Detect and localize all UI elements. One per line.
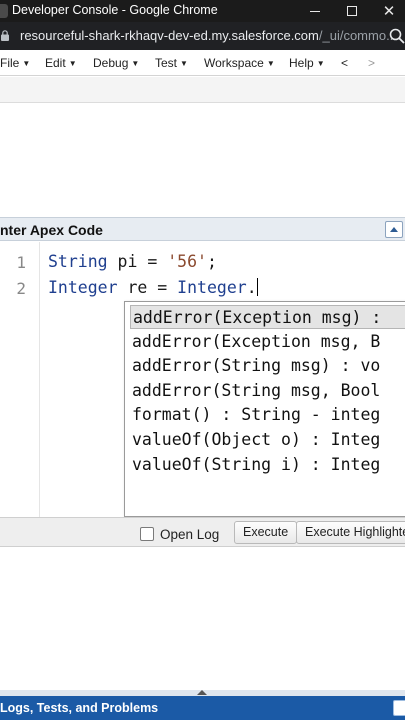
autocomplete-item[interactable]: addError(String msg, Bool [132, 379, 380, 403]
zoom-icon[interactable] [389, 28, 405, 44]
menu-bar: File ▼ Edit ▼ Debug ▼ Test ▼ Workspace ▼ Help… [0, 50, 405, 76]
execute-highlighted-button[interactable]: Execute Highlighte [296, 521, 405, 544]
open-log-toggle[interactable]: Open Log [140, 525, 219, 543]
menu-workspace[interactable]: Workspace ▼ [204, 56, 275, 70]
url-host: resourceful-shark-rkhaqv-dev-ed.my.sales… [20, 28, 319, 43]
line-number: 2 [16, 279, 26, 298]
code-token: . [246, 278, 257, 297]
keyword-token: String [48, 252, 108, 271]
autocomplete-item[interactable]: valueOf(String i) : Integ [132, 453, 380, 477]
window-title-bar: Developer Console - Google Chrome ✕ [0, 0, 405, 22]
line-number: 1 [16, 253, 26, 272]
bottom-panel-title: Logs, Tests, and Problems [0, 701, 159, 715]
menu-help-label: Help [289, 56, 314, 70]
nav-forward-button[interactable]: > [368, 56, 375, 70]
execute-button[interactable]: Execute [234, 521, 298, 544]
autocomplete-item[interactable]: addError(Exception msg) : [130, 305, 405, 329]
chevron-down-icon: ▼ [266, 59, 275, 68]
string-token: '56' [167, 252, 207, 271]
keyword-token: Integer [177, 278, 247, 297]
url-text[interactable]: resourceful-shark-rkhaqv-dev-ed.my.sales… [20, 28, 397, 43]
nav-back-button[interactable]: < [341, 56, 348, 70]
line-number-gutter: 1 2 [0, 242, 40, 517]
chevron-down-icon: ▼ [131, 59, 140, 68]
minimize-icon[interactable] [300, 0, 330, 22]
menu-edit[interactable]: Edit ▼ [45, 56, 77, 70]
code-line[interactable]: Integer re = Integer. [48, 278, 258, 297]
menu-debug-label: Debug [93, 56, 129, 70]
menu-workspace-label: Workspace [204, 56, 264, 70]
menu-debug[interactable]: Debug ▼ [93, 56, 139, 70]
url-path: /_ui/commo... [318, 28, 397, 43]
chevron-up-icon [390, 227, 398, 232]
autocomplete-item[interactable]: addError(Exception msg, B [132, 330, 380, 354]
autocomplete-item[interactable]: addError(String msg) : vo [132, 354, 380, 378]
autocomplete-item[interactable]: valueOf(Object o) : Integ [132, 428, 380, 452]
menu-help[interactable]: Help ▼ [289, 56, 325, 70]
chevron-down-icon: ▼ [180, 59, 188, 68]
menu-file[interactable]: File ▼ [0, 56, 30, 70]
apex-panel-header: nter Apex Code [0, 217, 405, 241]
execute-toolbar: Open Log Execute Execute Highlighte [0, 517, 405, 547]
keyword-token: Integer [48, 278, 118, 297]
code-line[interactable]: String pi = '56'; [48, 252, 217, 271]
chevron-down-icon: ▼ [316, 59, 325, 68]
menu-edit-label: Edit [45, 56, 66, 70]
tab-strip [0, 77, 405, 103]
splitter-grip-icon [197, 690, 207, 695]
bottom-panel-header[interactable]: Logs, Tests, and Problems [0, 696, 405, 720]
lock-icon [1, 30, 9, 41]
autocomplete-item[interactable]: format() : String - integ [132, 403, 380, 427]
menu-file-label: File [0, 56, 20, 70]
close-icon[interactable]: ✕ [374, 0, 404, 22]
maximize-icon[interactable] [337, 0, 367, 22]
text-cursor [256, 278, 258, 296]
panel-title: nter Apex Code [0, 222, 103, 238]
address-bar[interactable]: resourceful-shark-rkhaqv-dev-ed.my.sales… [0, 22, 405, 50]
expand-panel-button[interactable] [393, 700, 405, 716]
autocomplete-popup: addError(Exception msg) : addError(Excep… [124, 301, 405, 517]
collapse-panel-button[interactable] [385, 221, 403, 238]
chevron-down-icon: ▼ [68, 59, 77, 68]
window-title: Developer Console - Google Chrome [12, 3, 218, 17]
chevron-down-icon: ▼ [22, 59, 31, 68]
app-icon [0, 4, 8, 18]
code-token: pi = [107, 252, 168, 271]
code-token: ; [206, 252, 217, 271]
menu-test[interactable]: Test ▼ [155, 56, 188, 70]
open-log-label: Open Log [160, 526, 220, 542]
code-token: re = [117, 278, 178, 297]
menu-test-label: Test [155, 56, 178, 70]
open-log-checkbox[interactable] [140, 527, 154, 541]
